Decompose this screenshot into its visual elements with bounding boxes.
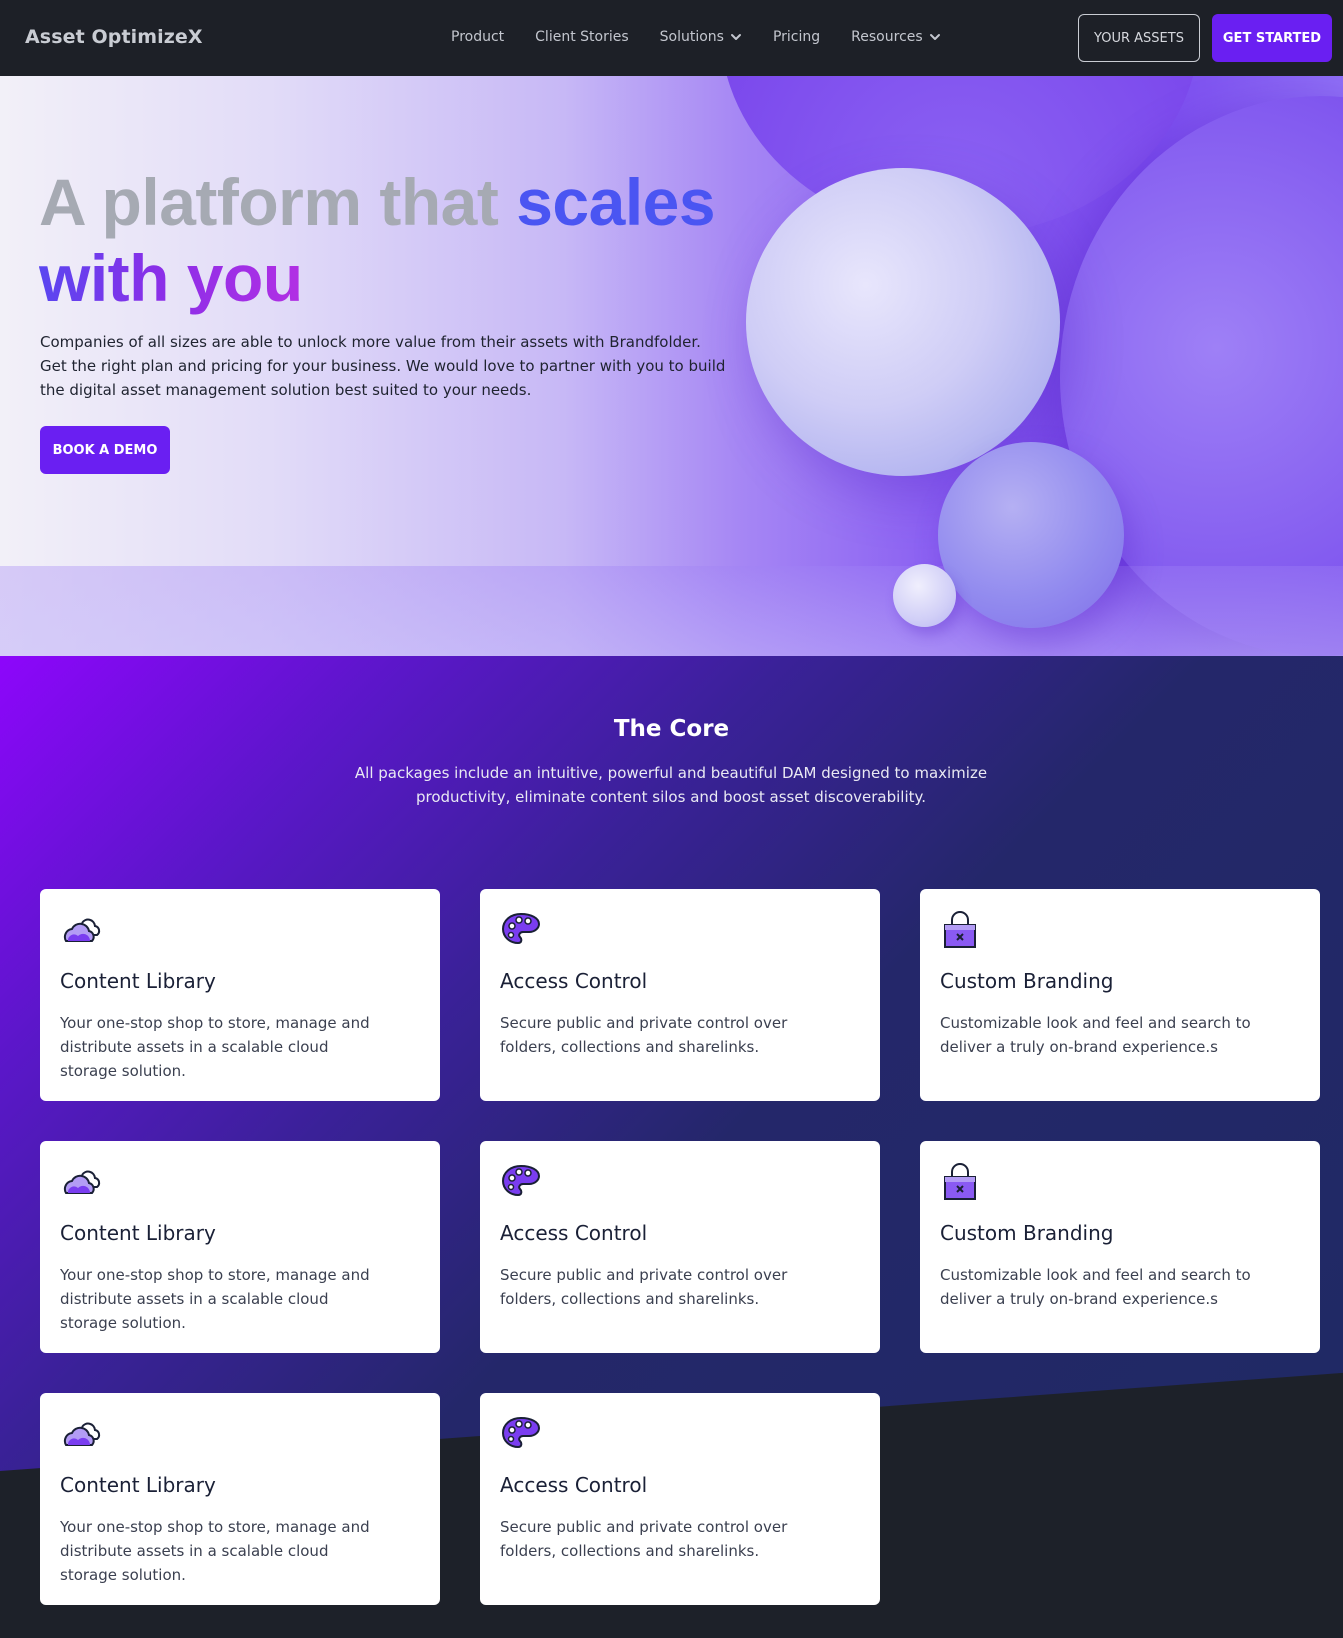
feature-card[interactable]: Content Library Your one-stop shop to st… [40,889,440,1101]
palette-icon [501,1416,541,1449]
cloud-icon [63,918,101,942]
palette-icon [501,1164,541,1197]
card-title: Content Library [60,1473,216,1497]
card-title: Access Control [500,1473,648,1497]
core-subtitle: All packages include an intuitive, power… [354,764,988,806]
card-title: Access Control [500,1221,648,1245]
chevron-down-icon [730,34,741,40]
palette-icon [501,912,541,945]
feature-card[interactable]: Access Control Secure public and private… [480,1393,880,1605]
cloud-icon [63,1422,101,1446]
chevron-down-icon [929,34,940,40]
get-started-button[interactable]: GET STARTED [1212,14,1332,62]
nav-link-client-stories[interactable]: Client Stories [535,29,628,45]
nav-link-label: Client Stories [535,29,629,45]
feature-card[interactable]: Access Control Secure public and private… [480,1141,880,1353]
feature-card[interactable]: Custom Branding Customizable look and fe… [920,1141,1320,1353]
card-title: Custom Branding [940,1221,1114,1245]
nav-link-label: Pricing [772,29,821,45]
nav-link-solutions[interactable]: Solutions [660,29,742,45]
hero-title-highlight: scales [516,165,716,239]
brand-logo[interactable]: Asset OptimizeX [25,26,203,48]
hero-title: A platform that scales with you [39,164,716,316]
hero-title-part: A platform that [39,165,517,239]
hero-section: A platform that scales with you Companie… [0,76,1343,656]
nav-link-label: Resources [851,29,923,45]
card-text: Secure public and private control over f… [500,1518,788,1560]
card-title: Access Control [500,969,648,993]
nav-link-pricing[interactable]: Pricing [773,29,820,45]
hero-description: Companies of all sizes are able to unloc… [40,333,726,399]
nav-link-product[interactable]: Product [451,29,504,45]
lock-icon [944,1163,976,1200]
feature-card[interactable]: Content Library Your one-stop shop to st… [40,1141,440,1353]
your-assets-button[interactable]: YOUR ASSETS [1078,14,1200,62]
card-title: Content Library [60,969,216,993]
feature-card[interactable]: Access Control Secure public and private… [480,889,880,1101]
card-text: Your one-stop shop to store, manage and … [60,1014,370,1080]
card-text: Customizable look and feel and search to… [940,1266,1251,1308]
lock-icon [944,911,976,948]
nav-links: Product Client Stories Solutions Pricing… [451,29,972,45]
nav-link-resources[interactable]: Resources [851,29,941,45]
card-text: Customizable look and feel and search to… [940,1014,1251,1056]
hero-title-gradient: with you [39,241,303,315]
nav-link-label: Solutions [659,29,724,45]
decorative-sphere [893,564,956,627]
navbar: Asset OptimizeX Product Client Stories S… [0,0,1343,76]
card-text: Secure public and private control over f… [500,1266,788,1308]
hero-floor [0,566,1343,656]
decorative-sphere [938,442,1124,628]
nav-link-label: Product [451,29,505,45]
card-title: Custom Branding [940,969,1114,993]
decorative-sphere [746,168,1060,476]
feature-card[interactable]: Custom Branding Customizable look and fe… [920,889,1320,1101]
feature-card[interactable]: Content Library Your one-stop shop to st… [40,1393,440,1605]
cloud-icon [63,1170,101,1194]
card-text: Secure public and private control over f… [500,1014,788,1056]
core-section: The Core All packages include an intuiti… [0,656,1343,1638]
card-text: Your one-stop shop to store, manage and … [60,1518,370,1584]
core-title: The Core [613,716,730,742]
card-title: Content Library [60,1221,216,1245]
card-text: Your one-stop shop to store, manage and … [60,1266,370,1332]
book-demo-button[interactable]: BOOK A DEMO [40,426,170,474]
